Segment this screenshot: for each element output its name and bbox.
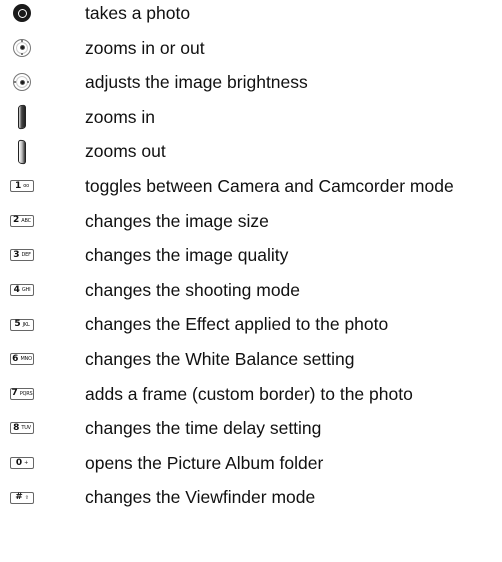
legend-row-time-delay: 8 TUV changes the time delay setting [0,415,502,450]
key-letters: DEF [21,252,31,259]
legend-row-shooting-mode: 4 GHI changes the shooting mode [0,277,502,312]
legend-row-camcorder-toggle: 1 oo toggles between Camera and Camcorde… [0,173,502,208]
key-2-icon: 2 ABC [4,208,40,243]
key-number: 6 [12,353,19,364]
key-letters: GHI [21,287,31,294]
key-letters: oo [23,183,29,190]
key-0-icon: 0 + [4,450,40,485]
camera-shutter-icon [4,0,40,35]
legend-row-zoom-in: zooms in [0,104,502,139]
key-letters: MNO [20,356,32,363]
key-7-icon: 7 PQRS [4,381,40,416]
key-5-icon: 5 JKL [4,311,40,346]
key-3-icon: 3 DEF [4,242,40,277]
key-letters: JKL [22,321,30,328]
legend-row-brightness: adjusts the image brightness [0,69,502,104]
legend-row-picture-album: 0 + opens the Picture Album folder [0,450,502,485]
key-number: 1 [15,180,22,191]
legend-description: changes the shooting mode [85,279,301,300]
legend-row-viewfinder: # ⇪ changes the Viewfinder mode [0,484,502,519]
key-letters: ⇪ [24,494,29,501]
key-number: 7 [11,388,18,399]
legend-description: changes the White Balance setting [85,348,355,369]
legend-row-white-balance: 6 MNO changes the White Balance setting [0,346,502,381]
legend-row-effect: 5 JKL changes the Effect applied to the … [0,311,502,346]
legend-row-take-photo: takes a photo [0,0,502,35]
side-key-up-icon [4,104,40,139]
key-number: 5 [14,319,21,330]
legend-description: adjusts the image brightness [85,72,308,93]
key-number: # [15,492,23,503]
key-4-icon: 4 GHI [4,277,40,312]
legend-description: changes the time delay setting [85,418,322,439]
legend-row-zoom-out: zooms out [0,138,502,173]
key-letters: PQRS [19,390,33,397]
legend-description: zooms in or out [85,37,205,58]
legend-description: adds a frame (custom border) to the phot… [85,383,413,404]
legend-description: zooms out [85,141,166,162]
legend-row-image-size: 2 ABC changes the image size [0,208,502,243]
legend-description: takes a photo [85,3,191,23]
legend-row-image-quality: 3 DEF changes the image quality [0,242,502,277]
key-number: 8 [13,422,20,433]
legend-description: changes the Viewfinder mode [85,487,316,508]
key-number: 3 [13,249,20,260]
legend-description: changes the image size [85,210,269,231]
key-hash-icon: # ⇪ [4,484,40,519]
key-number: 2 [13,215,20,226]
side-key-down-icon [4,138,40,173]
nav-leftright-icon [4,69,40,104]
key-letters: + [24,460,29,467]
key-1-icon: 1 oo [4,173,40,208]
legend-row-zoom: zooms in or out [0,35,502,70]
camera-key-legend: takes a photo zooms in or out adjusts th… [0,0,502,519]
key-number: 4 [13,284,20,295]
legend-description: changes the Effect applied to the photo [85,314,389,335]
key-letters: TUV [21,425,31,432]
legend-row-frame: 7 PQRS adds a frame (custom border) to t… [0,381,502,416]
legend-description: toggles between Camera and Camcorder mod… [85,175,454,196]
legend-description: changes the image quality [85,245,289,266]
key-letters: ABC [21,217,31,224]
nav-updown-icon [4,35,40,70]
key-6-icon: 6 MNO [4,346,40,381]
key-8-icon: 8 TUV [4,415,40,450]
key-number: 0 [15,457,23,468]
legend-description: opens the Picture Album folder [85,452,324,473]
legend-description: zooms in [85,106,156,127]
